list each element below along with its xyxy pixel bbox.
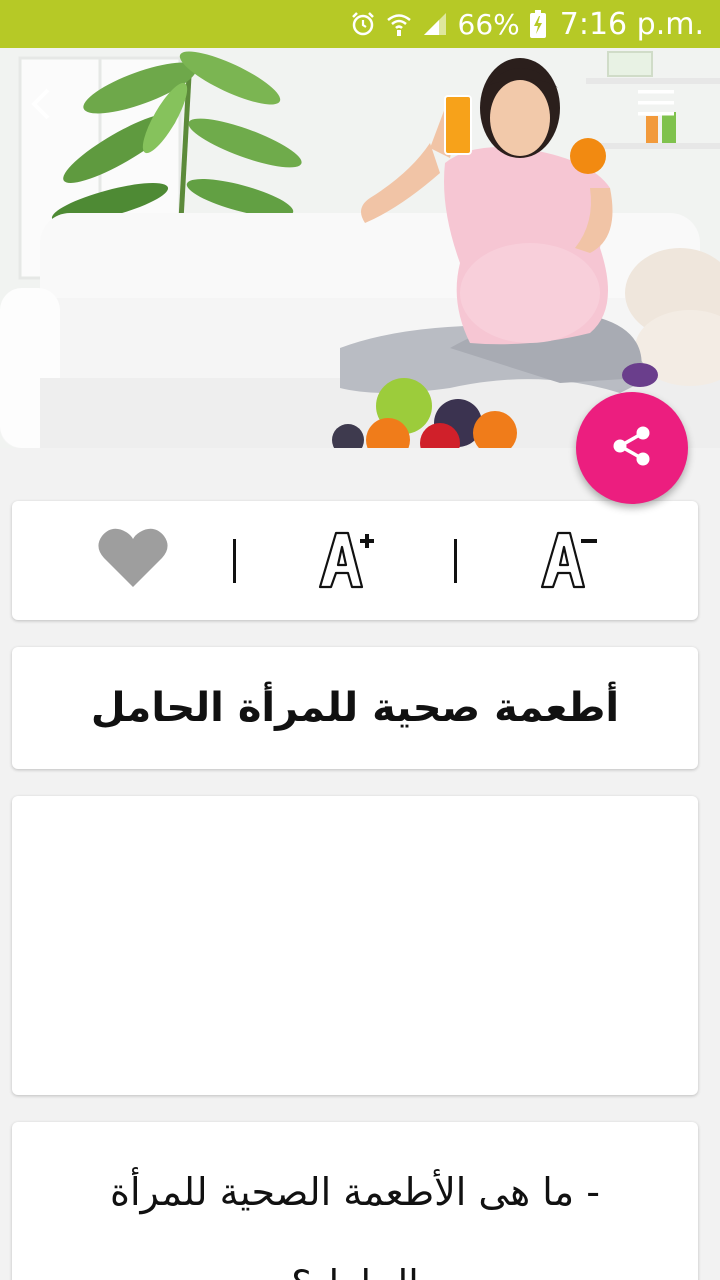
- font-decrease-icon: [536, 527, 600, 595]
- font-increase-icon: [314, 527, 378, 595]
- ad-container: [12, 796, 698, 1095]
- font-increase-button[interactable]: [314, 529, 378, 593]
- wifi-icon: [386, 11, 412, 37]
- status-bar: 66% 7:16 p.m.: [0, 0, 720, 48]
- heart-icon: [98, 527, 168, 593]
- toolbar-divider: [233, 539, 236, 583]
- battery-charging-icon: [529, 10, 546, 38]
- alarm-icon: [350, 11, 376, 37]
- article-toolbar: [12, 501, 698, 620]
- share-button[interactable]: [576, 392, 688, 504]
- article-body-card: - ما هى الأطعمة الصحية للمرأة الحامل؟: [12, 1122, 698, 1280]
- hamburger-menu-icon[interactable]: [636, 88, 676, 118]
- back-arrow-icon[interactable]: [22, 84, 62, 124]
- battery-percent: 66%: [457, 7, 520, 41]
- toolbar-divider: [454, 539, 457, 583]
- hero-image: [0, 48, 720, 448]
- favorite-button[interactable]: [98, 527, 168, 593]
- share-icon: [610, 424, 654, 472]
- status-time: 7:16 p.m.: [559, 6, 704, 42]
- signal-icon: [422, 11, 448, 37]
- article-title: أطعمة صحية للمرأة الحامل: [90, 685, 620, 731]
- pregnant-woman-photo: [0, 48, 720, 448]
- article-title-card: أطعمة صحية للمرأة الحامل: [12, 647, 698, 769]
- font-decrease-button[interactable]: [536, 529, 600, 593]
- article-body: - ما هى الأطعمة الصحية للمرأة الحامل؟: [110, 1170, 600, 1280]
